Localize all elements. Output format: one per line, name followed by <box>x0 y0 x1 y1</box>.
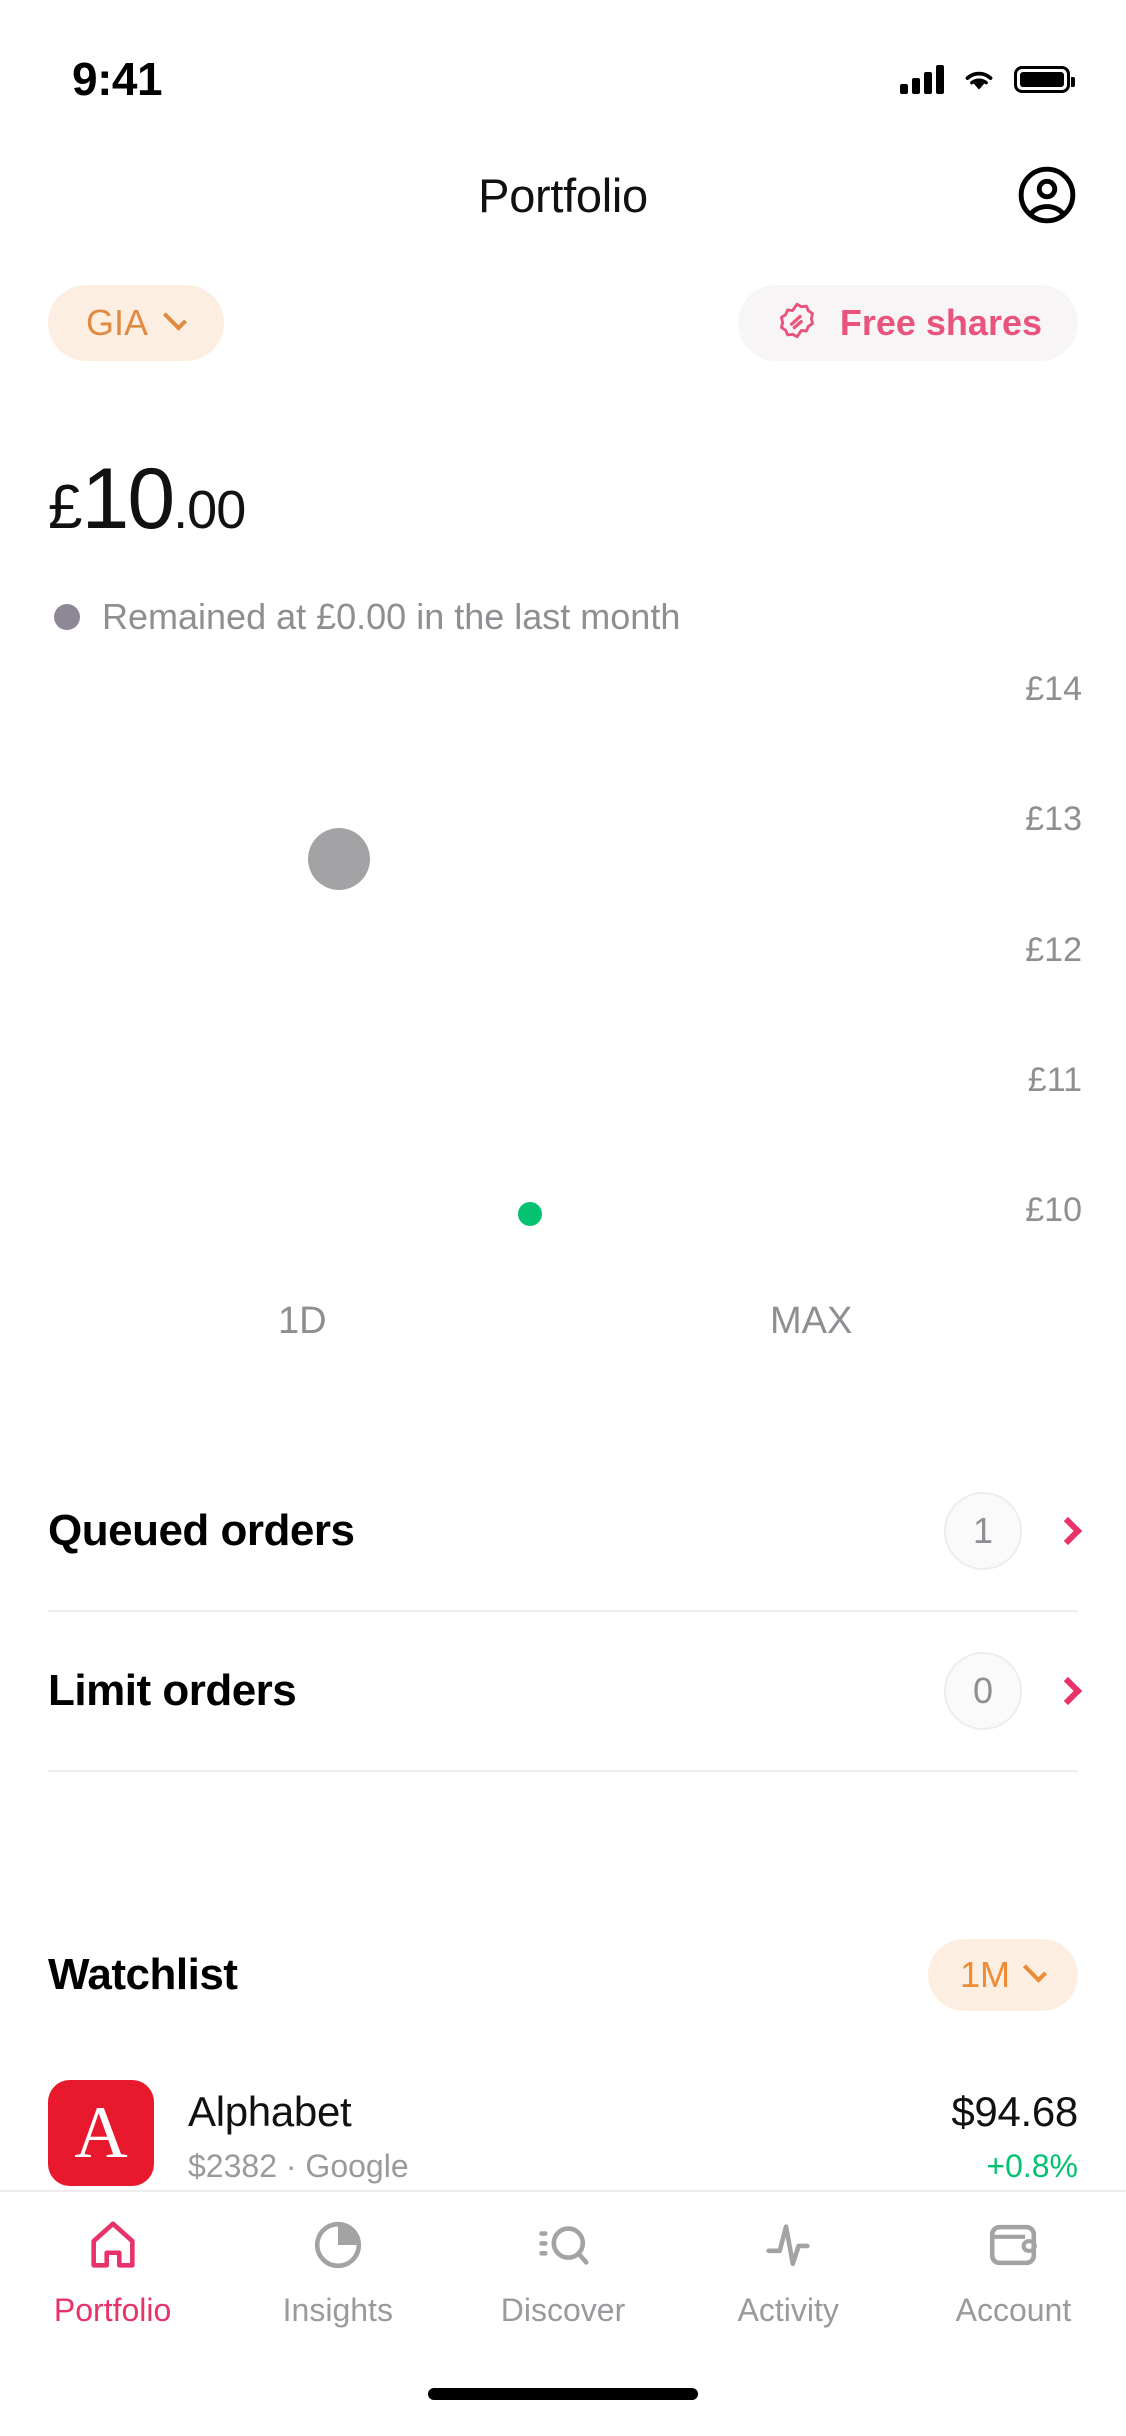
y-tick: £12 <box>1025 930 1082 969</box>
tab-label: Insights <box>282 2292 393 2328</box>
watchlist-range-label: 1M <box>959 1954 1010 1995</box>
limit-orders-label: Limit orders <box>48 1666 297 1715</box>
chevron-right-icon <box>1053 1516 1083 1546</box>
tab-label: Account <box>955 2292 1072 2328</box>
tab-label: Discover <box>500 2292 626 2328</box>
stock-info: Alphabet $2382 · Google <box>188 2080 917 2185</box>
tab-label: Activity <box>737 2292 839 2328</box>
chart-y-axis: £14 £13 £12 £11 £10 <box>1025 670 1082 1230</box>
watchlist-range-chip[interactable]: 1M <box>927 1939 1078 2011</box>
balance-decimal: .00 <box>173 480 246 540</box>
stock-name: Alphabet <box>188 2088 352 2135</box>
balance-currency: £ <box>48 473 82 542</box>
portfolio-chart[interactable]: £14 £13 £12 £11 £10 <box>0 670 1126 1290</box>
chart-range-max[interactable]: MAX <box>770 1300 852 1343</box>
tab-label: Portfolio <box>53 2292 172 2328</box>
tab-activity[interactable]: Activity <box>676 2212 901 2329</box>
queued-orders-row[interactable]: Queued orders 1 <box>48 1452 1083 1612</box>
status-bar: 9:41 <box>0 0 1126 140</box>
limit-orders-row[interactable]: Limit orders 0 <box>48 1612 1083 1772</box>
chevron-down-icon <box>1022 1958 1048 1983</box>
y-tick: £10 <box>1025 1191 1082 1229</box>
limit-orders-count: 0 <box>944 1652 1022 1730</box>
home-indicator <box>428 2388 698 2400</box>
chips-row: GIA Free shares <box>0 285 1126 361</box>
wifi-icon <box>965 71 993 90</box>
watchlist-title: Watchlist <box>48 1950 238 1999</box>
watchlist-header: Watchlist 1M <box>48 1930 1078 2020</box>
stock-price: $94.68 <box>951 2088 1078 2135</box>
status-time: 9:41 <box>72 53 163 105</box>
nav-header: Portfolio <box>0 140 1126 250</box>
chart-selected-point[interactable] <box>308 828 370 890</box>
home-icon <box>84 2212 142 2278</box>
chevron-down-icon <box>162 306 188 331</box>
chart-current-value-point[interactable] <box>518 1202 542 1226</box>
chart-range-1d[interactable]: 1D <box>278 1300 327 1343</box>
stock-values: $94.68 +0.8% <box>951 2080 1078 2185</box>
queued-orders-label: Queued orders <box>48 1506 355 1555</box>
stock-change: +0.8% <box>986 2148 1078 2184</box>
free-shares-label: Free shares <box>839 302 1042 343</box>
chevron-right-icon <box>1053 1676 1083 1706</box>
alphabet-logo: A <box>48 2080 154 2186</box>
ticket-badge-icon <box>779 302 814 339</box>
account-circle-icon[interactable] <box>1016 164 1078 226</box>
battery-full-icon <box>1014 65 1075 93</box>
pie-chart-icon <box>309 2212 367 2278</box>
account-type-chip[interactable]: GIA <box>48 285 225 361</box>
stock-subtitle: $2382 · Google <box>188 2148 409 2184</box>
account-type-label: GIA <box>86 302 149 343</box>
queued-orders-count: 1 <box>944 1492 1022 1570</box>
tab-insights[interactable]: Insights <box>225 2212 450 2329</box>
balance-integer: 10 <box>81 451 175 547</box>
pulse-icon <box>759 2212 817 2278</box>
portfolio-screen: 9:41 Portfolio GIA Free shares £ 10 .00 … <box>0 0 1126 2436</box>
tab-portfolio[interactable]: Portfolio <box>0 2212 225 2329</box>
balance-change-row: Remained at £0.00 in the last month <box>54 596 680 638</box>
status-icons <box>900 64 1075 94</box>
free-shares-button[interactable]: Free shares <box>737 285 1078 361</box>
page-title: Portfolio <box>478 168 648 222</box>
cellular-bars-icon <box>900 64 944 94</box>
tab-discover[interactable]: Discover <box>450 2212 675 2329</box>
y-tick: £11 <box>1027 1060 1082 1099</box>
tab-account[interactable]: Account <box>901 2212 1126 2329</box>
queued-orders-right: 1 <box>944 1492 1083 1570</box>
balance-change-text: Remained at £0.00 in the last month <box>102 596 681 637</box>
y-tick: £13 <box>1025 800 1082 839</box>
portfolio-balance: £ 10 .00 <box>48 450 246 549</box>
wallet-icon <box>984 2212 1042 2278</box>
change-dot-icon <box>54 604 80 630</box>
bottom-tab-bar: Portfolio Insights Discover Activity Acc… <box>0 2190 1126 2436</box>
y-tick: £14 <box>1025 670 1082 708</box>
search-list-icon <box>534 2212 592 2278</box>
limit-orders-right: 0 <box>944 1652 1083 1730</box>
